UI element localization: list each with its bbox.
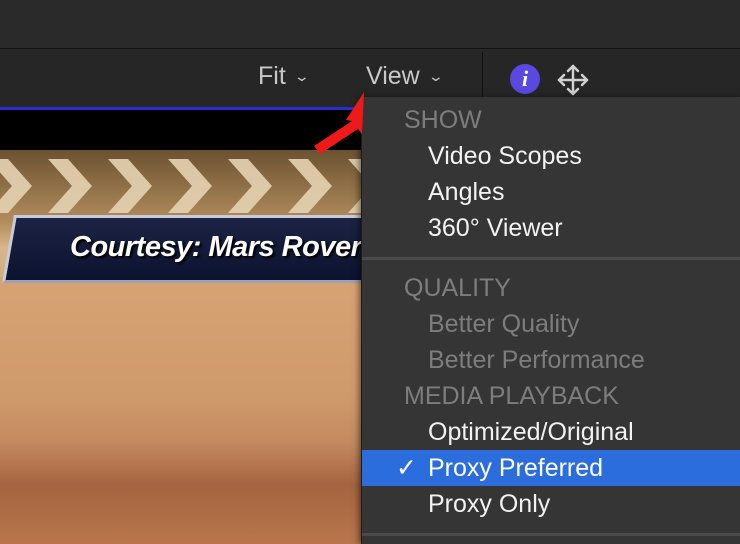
mars-surface — [0, 277, 362, 544]
menu-item-360-viewer[interactable]: 360° Viewer — [362, 210, 740, 246]
menu-item-optimized-original[interactable]: Optimized/Original — [362, 414, 740, 450]
menu-item-proxy-only[interactable]: Proxy Only — [362, 486, 740, 522]
checkmark-icon: ✓ — [396, 454, 417, 482]
menu-item-angles[interactable]: Angles — [362, 174, 740, 210]
video-viewer[interactable]: Courtesy: Mars Rover — [0, 107, 362, 544]
transform-icon[interactable] — [555, 62, 591, 98]
menu-item-better-performance: Better Performance — [428, 346, 645, 374]
chevron-down-icon: ⌄ — [427, 68, 444, 84]
chevron-pattern — [0, 159, 362, 213]
menu-item-video-scopes[interactable]: Video Scopes — [362, 138, 740, 174]
menu-divider — [362, 533, 740, 536]
fit-zoom-button[interactable]: Fit ⌄ — [258, 61, 310, 91]
view-dropdown-menu: SHOW Video Scopes Angles 360° Viewer QUA… — [361, 97, 740, 544]
menu-item-label: Proxy Preferred — [428, 454, 604, 482]
red-arrow-annotation — [314, 92, 364, 154]
menu-section-header: QUALITY — [404, 274, 511, 302]
chevron-down-icon: ⌄ — [293, 68, 310, 84]
top-bar — [0, 0, 740, 49]
menu-item-proxy-preferred[interactable]: ✓ Proxy Preferred — [362, 450, 740, 486]
info-icon[interactable]: i — [510, 64, 540, 94]
fit-label: Fit — [258, 62, 286, 90]
menu-section-header: MEDIA PLAYBACK — [404, 382, 619, 410]
view-menu-button[interactable]: View ⌄ — [366, 61, 444, 91]
banner-caption: Courtesy: Mars Rover — [70, 231, 362, 263]
menu-section-header: SHOW — [404, 106, 482, 134]
menu-divider — [362, 257, 740, 260]
menu-item-better-quality: Better Quality — [428, 310, 580, 338]
toolbar-divider — [482, 52, 483, 98]
view-label: View — [366, 62, 420, 90]
